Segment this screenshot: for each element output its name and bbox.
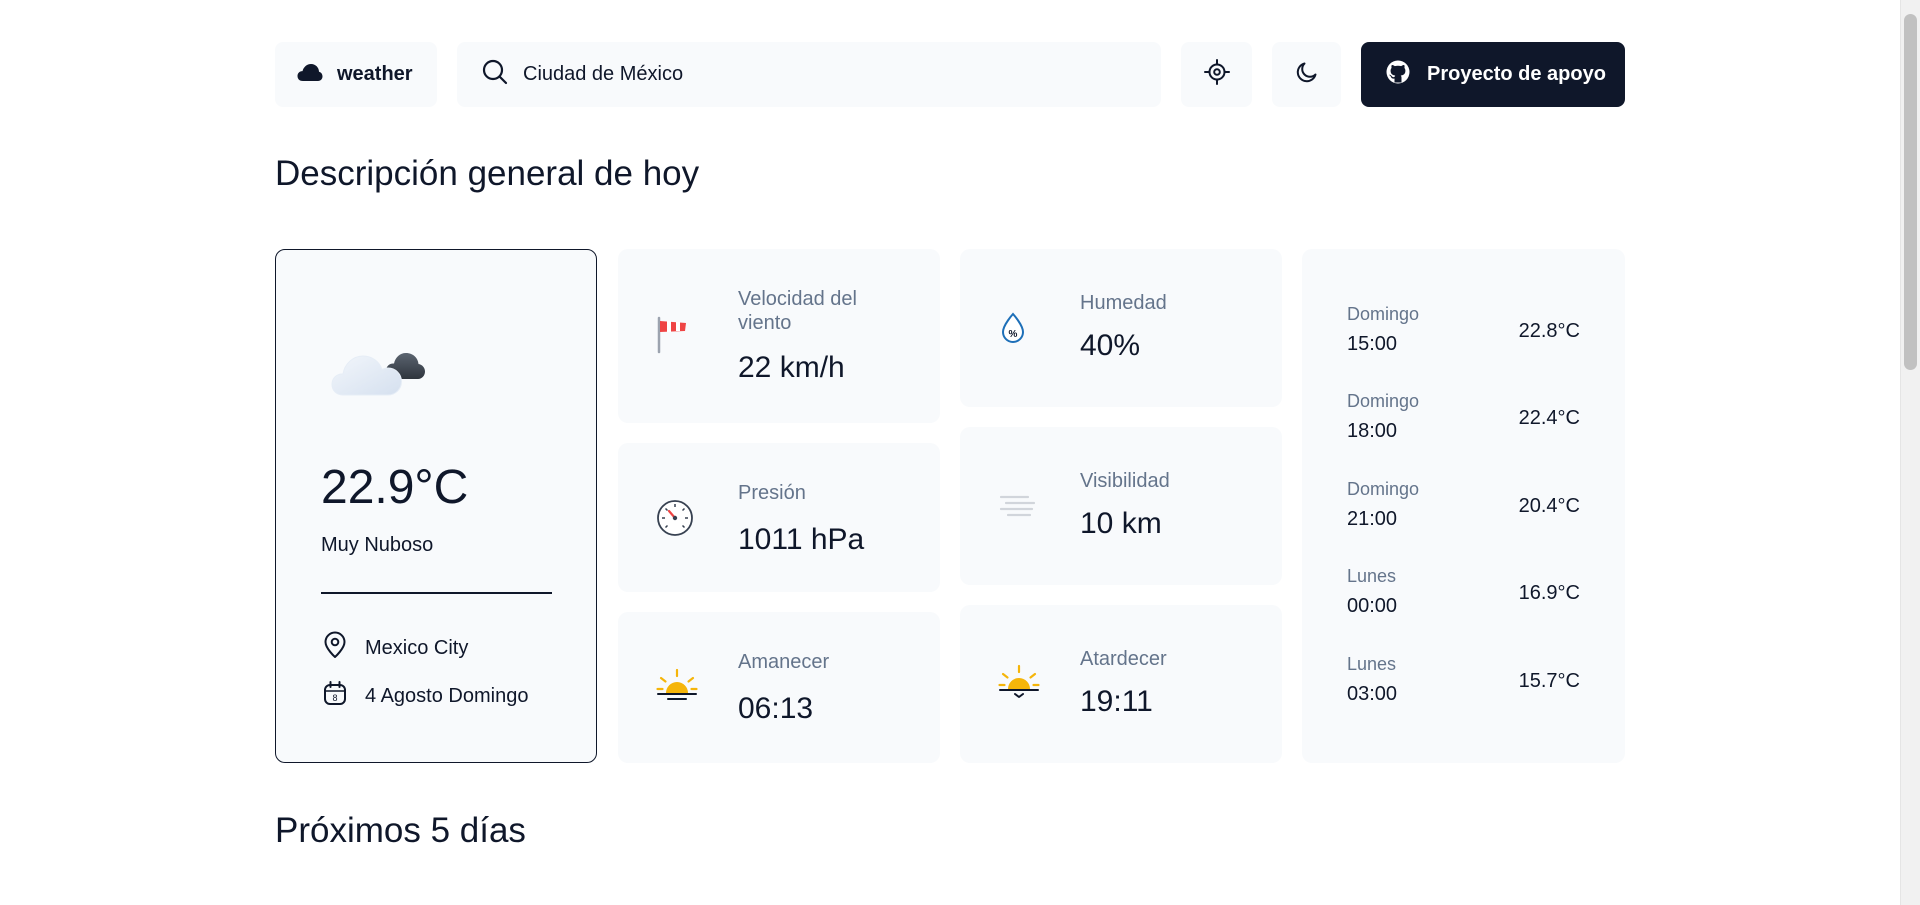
crosshair-icon xyxy=(1203,59,1230,90)
support-project-button[interactable]: Proyecto de apoyo xyxy=(1361,42,1625,107)
svg-text:%: % xyxy=(1009,329,1018,340)
location-row: Mexico City xyxy=(321,631,468,665)
forecast-time: 21:00 xyxy=(1347,508,1398,530)
forecast-temp: 22.4°C xyxy=(1518,407,1580,429)
visibility-label: Visibilidad xyxy=(1080,470,1170,492)
visibility-value: 10 km xyxy=(1080,507,1162,540)
visibility-card: Visibilidad 10 km xyxy=(960,427,1282,585)
next-days-title: Próximos 5 días xyxy=(275,811,526,850)
current-date: 4 Agosto Domingo xyxy=(365,684,529,707)
forecast-row: Lunes 00:00 16.9°C xyxy=(1347,566,1580,626)
haze-lines-icon xyxy=(998,494,1036,523)
top-header: weather Ciudad de México Proyecto de apo… xyxy=(275,42,1625,107)
humidity-value: 40% xyxy=(1080,329,1141,362)
search-icon xyxy=(481,58,509,91)
city-name: Mexico City xyxy=(365,636,469,659)
calendar-icon: 8 xyxy=(321,679,349,713)
sunset-card: Atardecer 19:11 xyxy=(960,605,1282,763)
svg-text:8: 8 xyxy=(332,693,337,703)
current-weather-card: 22.9°C Muy Nuboso Mexico City 8 4 Agosto… xyxy=(275,249,597,763)
forecast-time: 15:00 xyxy=(1347,333,1398,355)
forecast-row: Domingo 21:00 20.4°C xyxy=(1347,479,1580,539)
wind-value: 22 km/h xyxy=(738,351,845,384)
forecast-temp: 20.4°C xyxy=(1518,495,1580,517)
forecast-temp: 15.7°C xyxy=(1518,670,1580,692)
cloud-icon xyxy=(331,335,435,404)
sunset-label: Atardecer xyxy=(1080,648,1167,670)
forecast-row: Domingo 15:00 22.8°C xyxy=(1347,304,1580,364)
current-condition: Muy Nuboso xyxy=(321,534,434,556)
date-row: 8 4 Agosto Domingo xyxy=(321,679,528,713)
wind-speed-card: Velocidad del viento 22 km/h xyxy=(618,249,940,423)
forecast-row: Lunes 03:00 15.7°C xyxy=(1347,654,1580,714)
sunrise-value: 06:13 xyxy=(738,692,814,725)
map-pin-icon xyxy=(321,631,349,665)
github-icon xyxy=(1385,59,1411,90)
pressure-label: Presión xyxy=(738,482,806,504)
dark-mode-toggle[interactable] xyxy=(1272,42,1341,107)
windsock-icon xyxy=(656,314,690,359)
sunset-value: 19:11 xyxy=(1080,685,1153,718)
pressure-card: Presión 1011 hPa xyxy=(618,443,940,592)
humidity-label: Humedad xyxy=(1080,292,1167,314)
weather-app: weather Ciudad de México Proyecto de apo… xyxy=(0,0,1920,905)
forecast-day: Domingo xyxy=(1347,304,1420,324)
sunrise-card: Amanecer 06:13 xyxy=(618,612,940,763)
sunset-icon xyxy=(998,663,1040,704)
support-project-label: Proyecto de apoyo xyxy=(1427,63,1606,85)
scrollbar-thumb[interactable] xyxy=(1904,14,1917,370)
cloud-logo-icon xyxy=(297,62,323,87)
forecast-day: Domingo xyxy=(1347,391,1420,411)
current-temperature: 22.9°C xyxy=(321,461,469,514)
forecast-time: 18:00 xyxy=(1347,420,1398,442)
hourly-forecast-card: Domingo 15:00 22.8°C Domingo 18:00 22.4°… xyxy=(1302,249,1625,763)
wind-label: Velocidad del viento xyxy=(738,288,857,334)
logo-button[interactable]: weather xyxy=(275,42,437,107)
current-location-button[interactable] xyxy=(1181,42,1252,107)
forecast-time: 03:00 xyxy=(1347,683,1398,705)
forecast-time: 00:00 xyxy=(1347,595,1398,617)
moon-icon xyxy=(1295,60,1319,89)
search-bar[interactable] xyxy=(457,42,1161,107)
card-divider xyxy=(321,592,552,594)
search-input[interactable] xyxy=(523,63,1123,86)
logo-label: weather xyxy=(337,63,413,85)
pressure-value: 1011 hPa xyxy=(738,523,865,556)
forecast-day: Lunes xyxy=(1347,654,1397,674)
humidity-drop-icon: % xyxy=(998,311,1028,350)
overview-title: Descripción general de hoy xyxy=(275,154,700,193)
humidity-card: % Humedad 40% xyxy=(960,249,1282,407)
page-scrollbar[interactable] xyxy=(1900,0,1920,905)
barometer-icon xyxy=(656,499,694,542)
forecast-row: Domingo 18:00 22.4°C xyxy=(1347,391,1580,451)
forecast-day: Lunes xyxy=(1347,566,1397,586)
sunrise-label: Amanecer xyxy=(738,651,830,673)
forecast-temp: 22.8°C xyxy=(1518,320,1580,342)
forecast-day: Domingo xyxy=(1347,479,1420,499)
forecast-temp: 16.9°C xyxy=(1518,582,1580,604)
sunrise-icon xyxy=(656,667,698,708)
